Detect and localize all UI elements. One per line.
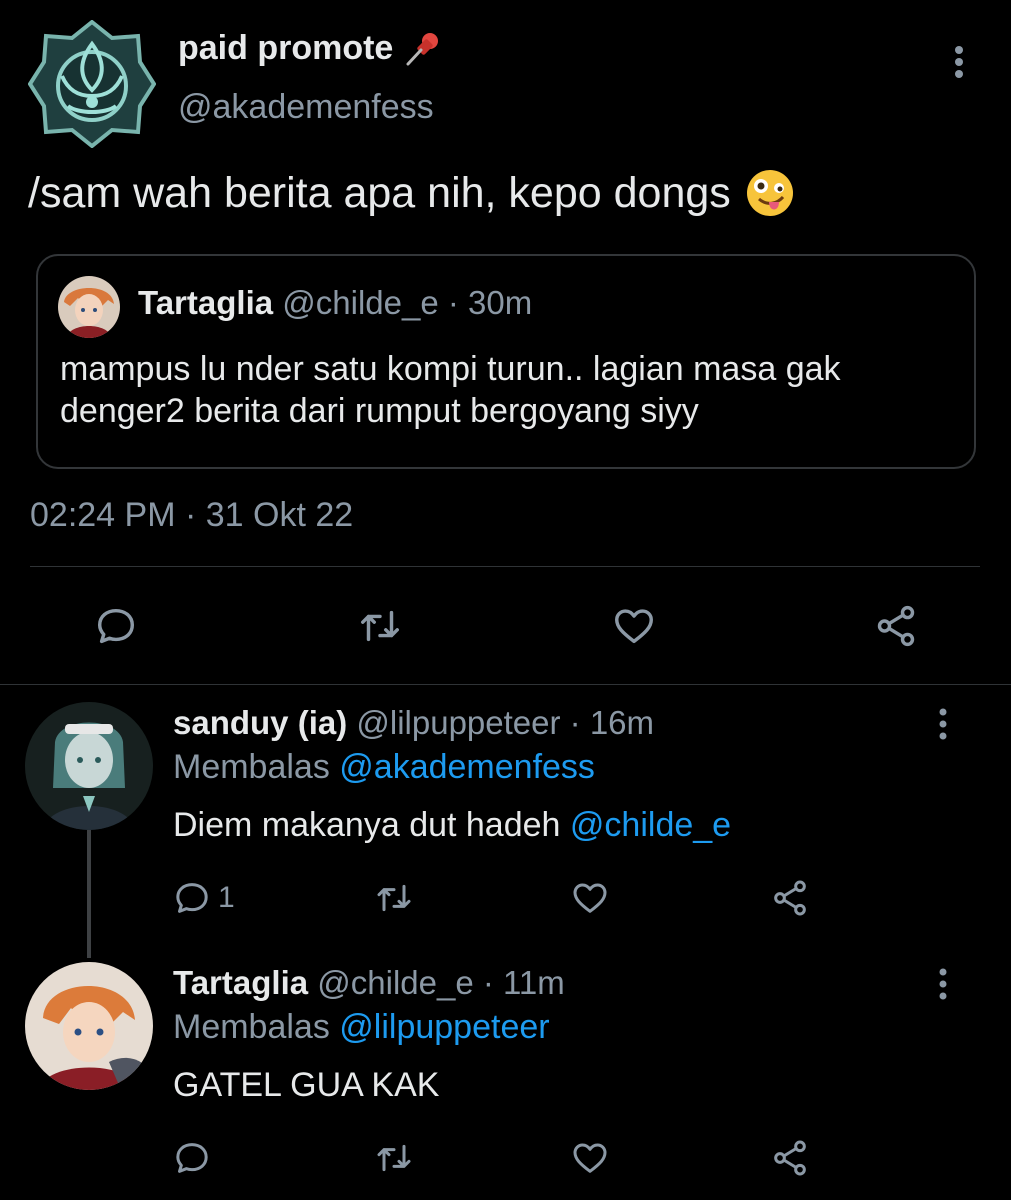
reply-count: 1 bbox=[218, 881, 235, 914]
heart-icon bbox=[615, 609, 653, 644]
mention-link[interactable]: @lilpuppeteer bbox=[339, 1008, 549, 1046]
share-button[interactable] bbox=[770, 878, 810, 918]
quoted-tweet-text: mampus lu nder satu kompi turun.. lagian… bbox=[60, 350, 841, 430]
mention-link[interactable]: @childe_e bbox=[570, 806, 731, 844]
share-icon bbox=[774, 880, 806, 916]
quoted-user-avatar[interactable] bbox=[58, 276, 120, 338]
share-icon bbox=[774, 1140, 806, 1176]
reply-icon bbox=[176, 1143, 208, 1173]
account-handle[interactable]: @akademenfess bbox=[178, 88, 434, 127]
reply-user-name[interactable]: sanduy (ia) bbox=[173, 704, 347, 741]
reply-icon bbox=[97, 608, 135, 644]
reply-text: GATEL GUA KAK bbox=[173, 1066, 440, 1104]
divider bbox=[0, 684, 1011, 685]
reply-button[interactable]: 1 bbox=[172, 878, 235, 918]
reply-button[interactable] bbox=[90, 600, 142, 652]
reply-avatar[interactable] bbox=[25, 702, 153, 830]
share-icon bbox=[877, 605, 915, 647]
retweet-icon bbox=[377, 1144, 411, 1172]
heart-icon bbox=[573, 883, 607, 913]
reply-user-handle[interactable]: @lilpuppeteer bbox=[356, 704, 560, 741]
retweet-icon bbox=[377, 884, 411, 912]
quoted-tweet-card[interactable]: Tartaglia @childe_e · 30m mampus lu nder… bbox=[36, 254, 976, 469]
like-button[interactable] bbox=[570, 878, 610, 918]
mention-link[interactable]: @akademenfess bbox=[339, 748, 595, 786]
reply-header: Tartaglia @childe_e · 11m bbox=[173, 964, 565, 1002]
reply-user-name[interactable]: Tartaglia bbox=[173, 964, 308, 1001]
like-button[interactable] bbox=[570, 1138, 610, 1178]
display-name[interactable]: paid promote bbox=[178, 28, 443, 68]
share-button[interactable] bbox=[770, 1138, 810, 1178]
lotus-emblem-icon bbox=[27, 19, 157, 149]
reply-time: · 11m bbox=[473, 964, 565, 1001]
quoted-user-name[interactable]: Tartaglia bbox=[138, 284, 273, 321]
reply-avatar[interactable] bbox=[25, 962, 153, 1090]
replying-to: Membalas @akademenfess bbox=[173, 748, 595, 786]
more-options-icon[interactable] bbox=[932, 966, 954, 1002]
divider bbox=[30, 566, 980, 567]
thread-connector-line bbox=[87, 830, 91, 958]
tweet-timestamp[interactable]: 02:24 PM · 31 Okt 22 bbox=[30, 496, 353, 535]
heart-icon bbox=[573, 1143, 607, 1173]
reply-user-handle[interactable]: @childe_e bbox=[317, 964, 473, 1001]
reply-time: · 16m bbox=[560, 704, 655, 741]
replying-to: Membalas @lilpuppeteer bbox=[173, 1008, 550, 1046]
reply-button[interactable] bbox=[172, 1138, 212, 1178]
retweet-button[interactable] bbox=[374, 1138, 414, 1178]
more-options-icon[interactable] bbox=[932, 706, 954, 742]
like-button[interactable] bbox=[608, 600, 660, 652]
quoted-user-handle[interactable]: @childe_e bbox=[282, 284, 438, 321]
retweet-button[interactable] bbox=[354, 600, 406, 652]
more-options-icon[interactable] bbox=[946, 44, 972, 80]
zany-face-icon bbox=[746, 170, 793, 216]
share-button[interactable] bbox=[870, 600, 922, 652]
retweet-button[interactable] bbox=[374, 878, 414, 918]
quoted-tweet-time: · 30m bbox=[438, 284, 533, 321]
quoted-tweet-header: Tartaglia @childe_e · 30m bbox=[138, 284, 532, 322]
account-avatar[interactable] bbox=[27, 19, 157, 149]
retweet-icon bbox=[361, 610, 399, 642]
tweet-text: /sam wah berita apa nih, kepo dongs bbox=[28, 168, 795, 218]
pushpin-icon bbox=[406, 33, 439, 66]
reply-icon bbox=[176, 883, 208, 913]
reply-header: sanduy (ia) @lilpuppeteer · 16m bbox=[173, 704, 654, 742]
reply-text: Diem makanya dut hadeh @childe_e bbox=[173, 806, 732, 844]
